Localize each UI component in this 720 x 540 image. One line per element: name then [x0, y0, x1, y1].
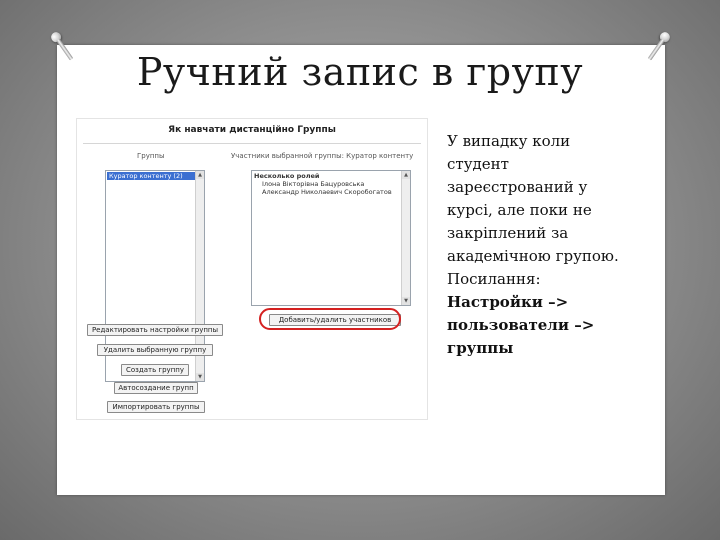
navigation-path-line: группы — [447, 339, 514, 357]
scroll-up-icon[interactable]: ▲ — [402, 171, 410, 179]
edit-group-settings-button[interactable]: Редактировать настройки группы — [87, 324, 223, 336]
description-line: студент — [447, 155, 509, 173]
slide-title: Ручний запис в групу — [136, 50, 584, 94]
scroll-down-icon[interactable]: ▼ — [402, 297, 410, 305]
scroll-up-icon[interactable]: ▲ — [196, 171, 204, 179]
scrollbar[interactable]: ▲ ▼ — [401, 171, 410, 305]
auto-create-groups-button[interactable]: Автосоздание групп — [114, 382, 198, 394]
slide-body-text: У випадку коли студент зареєстрований у … — [447, 130, 647, 360]
role-group-header: Несколько ролей — [254, 172, 320, 180]
description-line: закріплений за — [447, 224, 569, 242]
navigation-path-line: пользователи –> — [447, 316, 595, 334]
scroll-down-icon[interactable]: ▼ — [196, 373, 204, 381]
groups-page-heading: Як навчати дистанційно Группы — [168, 125, 336, 135]
description-line: У випадку коли — [447, 132, 571, 150]
description-line: курсі, але поки не — [447, 201, 592, 219]
members-listbox[interactable]: Несколько ролей Ілона Вікторівна Бацуров… — [251, 170, 411, 306]
navigation-path-line: Настройки –> — [447, 293, 569, 311]
create-group-button[interactable]: Создать группу — [121, 364, 189, 376]
divider — [83, 143, 421, 144]
highlight-circle — [259, 308, 401, 330]
members-column-header: Участники выбранной группы: Куратор конт… — [231, 152, 414, 160]
group-option[interactable]: Куратор контенту (2) — [107, 172, 203, 180]
embedded-screenshot: Як навчати дистанційно Группы Группы Уча… — [76, 118, 428, 420]
description-line: академічною групою. — [447, 247, 619, 265]
member-option[interactable]: Ілона Вікторівна Бацуровська — [252, 180, 410, 188]
import-groups-button[interactable]: Импортировать группы — [107, 401, 205, 413]
description-line: Посилання: — [447, 270, 541, 288]
delete-group-button[interactable]: Удалить выбранную группу — [97, 344, 213, 356]
member-option[interactable]: Александр Николаевич Скоробогатов — [252, 188, 410, 196]
groups-column-header: Группы — [137, 152, 165, 160]
description-line: зареєстрований у — [447, 178, 588, 196]
